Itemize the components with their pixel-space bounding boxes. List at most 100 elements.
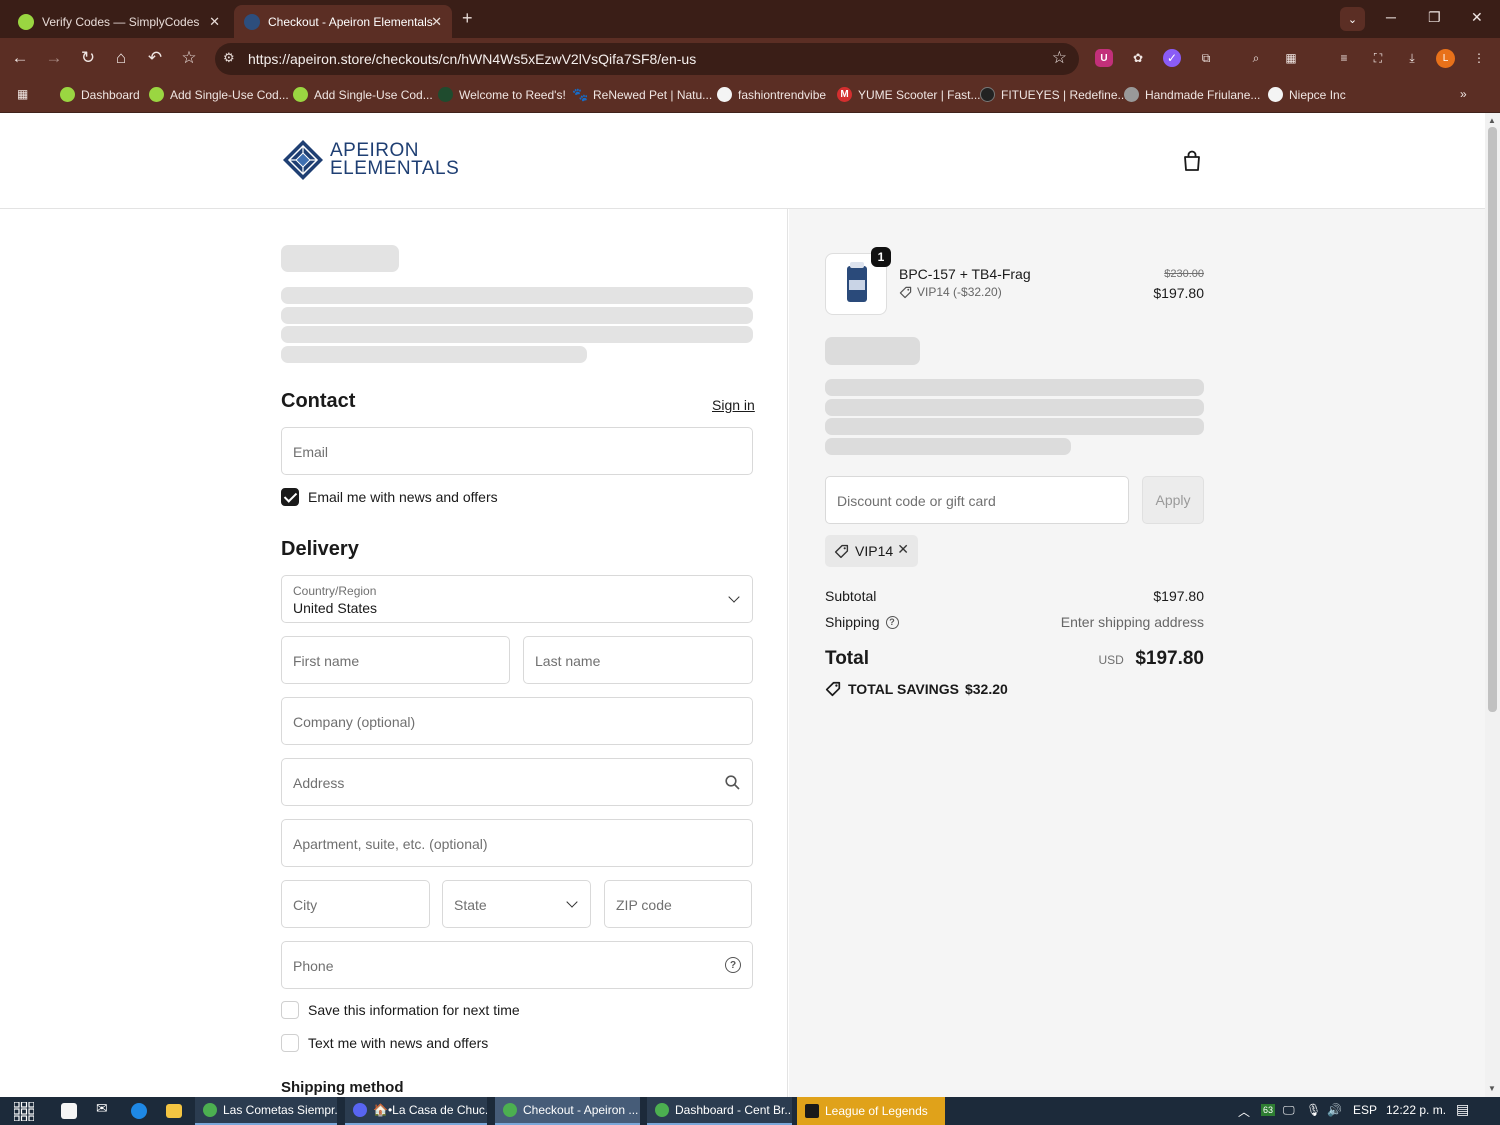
newsletter-checkbox[interactable] (281, 488, 299, 506)
shopping-bag-icon[interactable] (1180, 149, 1204, 173)
notifications-icon[interactable]: ▤ (1456, 1101, 1469, 1118)
loading-skeleton (281, 245, 399, 272)
bookmark-fashiontrendvibe[interactable]: fashiontrendvibe (717, 87, 826, 102)
bookmark-dashboard[interactable]: Dashboard (60, 87, 140, 102)
mail-icon[interactable]: ✉ (96, 1100, 114, 1118)
close-window-icon[interactable]: ✕ (1471, 9, 1483, 26)
help-circle-icon[interactable]: ? (885, 615, 899, 629)
apartment-field[interactable]: Apartment, suite, etc. (optional) (281, 819, 753, 867)
download-icon[interactable]: ⤓ (1403, 49, 1421, 67)
savings-label: TOTAL SAVINGS (848, 681, 959, 697)
url-text[interactable]: https://apeiron.store/checkouts/cn/hWN4W… (248, 51, 696, 67)
extensions-puzzle-icon[interactable]: ⧉ (1197, 49, 1215, 67)
bookmark-page-star-icon[interactable]: ☆ (1052, 48, 1067, 68)
text-me-checkbox-row[interactable]: Text me with news and offers (281, 1034, 488, 1052)
new-tab-button[interactable]: + (462, 8, 473, 29)
city-field[interactable]: City (281, 880, 430, 928)
shipping-row: Shipping ? Enter shipping address (825, 614, 1204, 630)
store-logo[interactable]: APEIRON ELEMENTALS (282, 139, 459, 181)
ublock-extension-icon[interactable]: U (1095, 49, 1113, 67)
original-price: $230.00 (1164, 268, 1204, 280)
edge-browser-icon[interactable] (131, 1103, 147, 1119)
taskbar-item-discord[interactable]: 🏠•La Casa de Chuc... (345, 1097, 487, 1125)
page-scrollbar[interactable]: ▲ ▼ (1485, 113, 1500, 1097)
tab-title: Checkout - Apeiron Elementals (268, 14, 433, 29)
discount-code-input[interactable]: Discount code or gift card (825, 476, 1129, 524)
last-name-field[interactable]: Last name (523, 636, 753, 684)
microphone-icon[interactable]: 🎙 (1306, 1103, 1321, 1117)
close-tab-icon[interactable]: ✕ (431, 14, 442, 30)
extension-icon[interactable]: ✓ (1163, 49, 1181, 67)
minimize-icon[interactable]: ─ (1386, 9, 1396, 25)
apps-grid-icon[interactable]: ▦ (17, 87, 28, 101)
reload-icon[interactable]: ↻ (77, 48, 99, 68)
text-me-checkbox[interactable] (281, 1034, 299, 1052)
loading-skeleton (825, 438, 1071, 455)
bookmarks-bar: ▦ Dashboard Add Single-Use Cod... Add Si… (0, 80, 1500, 113)
newsletter-checkbox-row[interactable]: Email me with news and offers (281, 488, 498, 506)
menu-kebab-icon[interactable]: ⋮ (1470, 49, 1488, 67)
profile-avatar[interactable]: L (1436, 49, 1455, 68)
media-control-icon[interactable]: ≡ (1335, 49, 1353, 67)
taskbar-item-chrome-1[interactable]: Las Cometas Siempr... (195, 1097, 337, 1125)
back-icon[interactable]: ← (9, 48, 31, 68)
total-row: Total USD $197.80 (825, 648, 1204, 670)
bookmark-star-icon[interactable]: ☆ (178, 48, 200, 68)
bookmark-handmade-friulane[interactable]: Handmade Friulane... (1124, 87, 1260, 102)
restore-icon[interactable]: ❐ (1428, 9, 1441, 26)
save-info-checkbox[interactable] (281, 1001, 299, 1019)
tab-checkout[interactable]: Checkout - Apeiron Elementals ✕ (234, 5, 452, 38)
scroll-up-arrow-icon[interactable]: ▲ (1488, 116, 1496, 125)
taskbar-item-league[interactable]: League of Legends (797, 1097, 945, 1125)
crop-icon[interactable]: ⛶ (1369, 49, 1387, 67)
site-info-icon[interactable]: ⚙ (223, 50, 235, 66)
save-info-checkbox-row[interactable]: Save this information for next time (281, 1001, 520, 1019)
bookmark-yume[interactable]: M YUME Scooter | Fast... (837, 87, 980, 102)
bookmark-niepce[interactable]: Niepce Inc (1268, 87, 1346, 102)
state-select[interactable]: State (442, 880, 591, 928)
item-price: $197.80 (1153, 285, 1204, 301)
qr-code-icon[interactable]: ▦ (1282, 49, 1300, 67)
bookmark-renewed-pet[interactable]: 🐾 ReNewed Pet | Natu... (572, 87, 712, 102)
remove-discount-icon[interactable]: ✕ (897, 541, 909, 558)
tab-search-chevron-icon[interactable]: ⌄ (1340, 7, 1365, 31)
tab-verify-codes[interactable]: Verify Codes — SimplyCodes ✕ (8, 5, 230, 38)
first-name-field[interactable]: First name (281, 636, 510, 684)
help-circle-icon[interactable]: ? (725, 957, 741, 973)
phone-field[interactable]: Phone ? (281, 941, 753, 989)
address-bar[interactable]: ⚙ https://apeiron.store/checkouts/cn/hWN… (215, 43, 1079, 75)
bookmark-fitueyes[interactable]: FITUEYES | Redefine... (980, 87, 1128, 102)
simplycodes-icon (149, 87, 164, 102)
tray-overflow-chevron-icon[interactable]: ︿ (1238, 1103, 1250, 1120)
network-icon[interactable]: 🖵 (1283, 1103, 1295, 1118)
clock[interactable]: 12:22 p. m. (1386, 1103, 1446, 1117)
bookmark-add-single-use-1[interactable]: Add Single-Use Cod... (149, 87, 289, 102)
forward-icon[interactable]: → (43, 48, 65, 68)
apply-discount-button[interactable]: Apply (1142, 476, 1204, 524)
bookmark-add-single-use-2[interactable]: Add Single-Use Cod... (293, 87, 433, 102)
start-grid-icon[interactable] (14, 1102, 34, 1121)
search-icon[interactable]: ⌕ (1247, 49, 1265, 67)
store-app-icon[interactable] (61, 1103, 77, 1119)
taskbar-item-dashboard[interactable]: Dashboard - Cent Br... (647, 1097, 792, 1125)
home-icon[interactable]: ⌂ (110, 48, 132, 68)
volume-icon[interactable]: 🔊 (1327, 1103, 1342, 1117)
loading-skeleton (281, 287, 753, 304)
file-explorer-icon[interactable] (166, 1104, 182, 1118)
address-field[interactable]: Address (281, 758, 753, 806)
scroll-down-arrow-icon[interactable]: ▼ (1488, 1084, 1496, 1093)
language-indicator[interactable]: ESP (1353, 1103, 1377, 1117)
battery-indicator[interactable]: 63 (1261, 1104, 1276, 1116)
country-select[interactable]: Country/Region United States (281, 575, 753, 623)
more-bookmarks-chevron-icon[interactable]: » (1460, 87, 1467, 101)
scrollbar-thumb[interactable] (1488, 127, 1497, 712)
bookmark-reeds[interactable]: Welcome to Reed's! (438, 87, 566, 102)
email-field[interactable]: Email (281, 427, 753, 475)
extension-icon[interactable]: ✿ (1129, 49, 1147, 67)
zip-field[interactable]: ZIP code (604, 880, 752, 928)
company-field[interactable]: Company (optional) (281, 697, 753, 745)
undo-icon[interactable]: ↶ (144, 48, 166, 68)
close-tab-icon[interactable]: ✕ (209, 14, 220, 30)
taskbar-item-checkout[interactable]: Checkout - Apeiron ... (495, 1097, 640, 1125)
sign-in-link[interactable]: Sign in (712, 397, 755, 413)
